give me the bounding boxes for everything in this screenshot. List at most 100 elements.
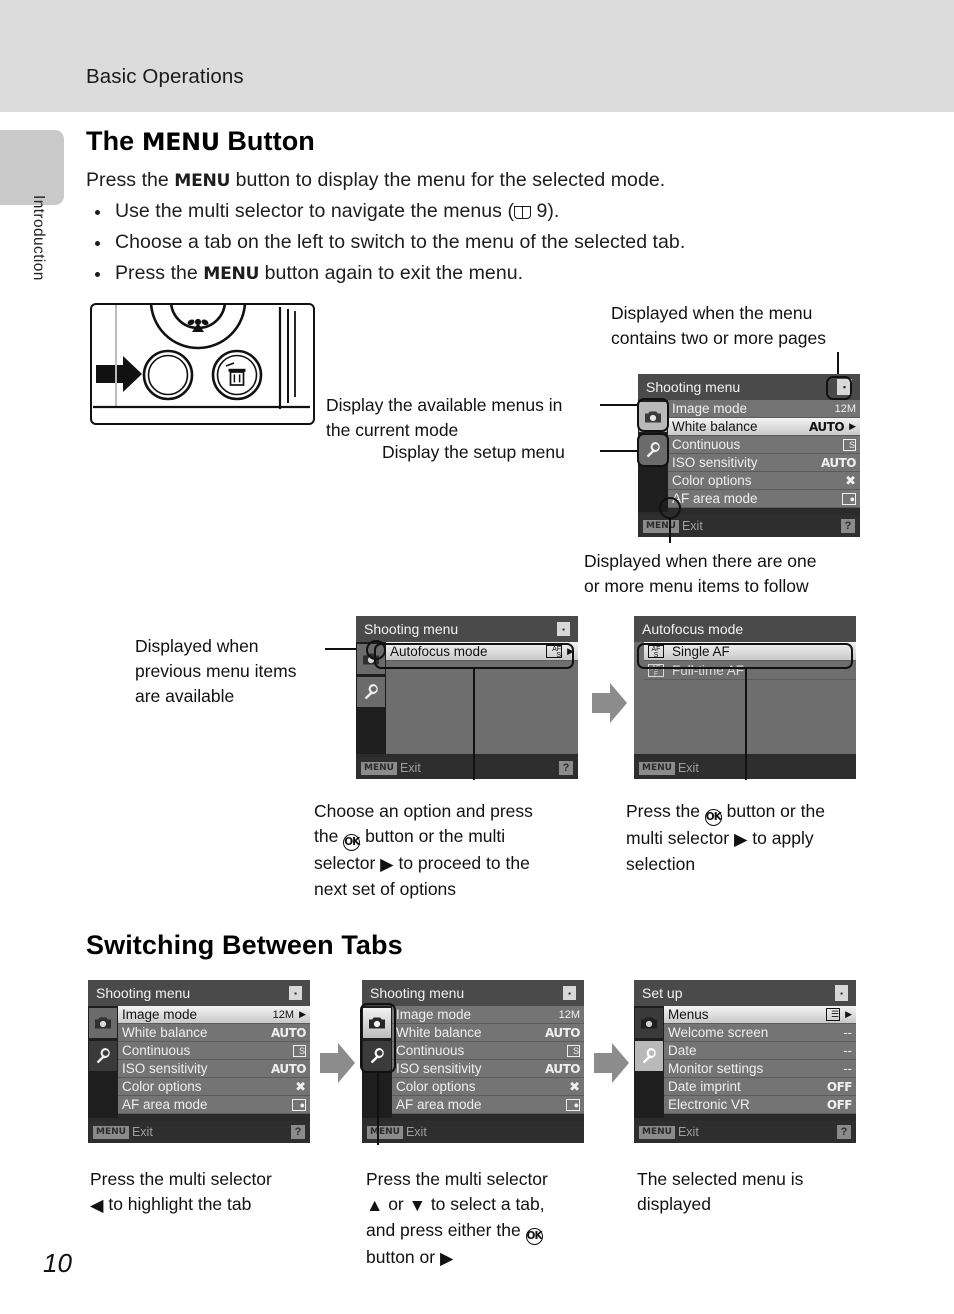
screen-title: Shooting menu — [96, 985, 191, 1001]
sidebar-item-setup-tab[interactable] — [635, 1041, 663, 1071]
menu-row-label: Electronic VR — [668, 1097, 750, 1112]
menu-row-value: -- — [843, 1061, 852, 1076]
bullet-item-3: Press the MENU button again to exit the … — [115, 262, 523, 285]
screen-title: Shooting menu — [364, 621, 459, 637]
callout-prev-line1: Displayed when — [135, 636, 259, 656]
sidebar-item-camera-tab[interactable] — [635, 1008, 663, 1038]
menu-row-label: Monitor settings — [668, 1061, 764, 1076]
bullet-marker — [95, 210, 100, 215]
menu-row-af-area-mode[interactable]: AF area mode ● — [392, 1096, 584, 1114]
caption-line: Press the multi selector — [90, 1169, 272, 1189]
menu-row-iso-sensitivity[interactable]: ISO sensitivity AUTO — [392, 1060, 584, 1078]
sidebar-item-camera-tab[interactable] — [639, 402, 667, 432]
menu-row-color-options[interactable]: Color options ✖ — [668, 472, 860, 490]
flow-arrow-icon — [594, 1042, 630, 1089]
screen-title-bar: Shooting menu ▪ — [356, 616, 578, 642]
sidebar-item-camera-tab[interactable] — [363, 1008, 391, 1038]
image-mode-value-badge: 12M — [834, 402, 856, 415]
menu-row-image-mode[interactable]: Image mode 12M — [392, 1006, 584, 1024]
menu-row-iso-sensitivity[interactable]: ISO sensitivity AUTO — [118, 1060, 310, 1078]
screen-title-bar: Shooting menu ▪ — [362, 980, 584, 1006]
menu-row-image-mode[interactable]: Image mode 12M ▶ — [118, 1006, 310, 1024]
sidebar-item-camera-tab[interactable] — [89, 1008, 117, 1038]
camera-icon — [95, 1017, 111, 1029]
down-arrow-icon: ▼ — [408, 1195, 426, 1215]
menu-row-monitor-settings[interactable]: Monitor settings -- — [664, 1060, 856, 1078]
menu-row-white-balance[interactable]: White balance AUTO ▶ — [668, 418, 860, 436]
menu-row-welcome-screen[interactable]: Welcome screen -- — [664, 1024, 856, 1042]
intro-post: button to display the menu for the selec… — [230, 169, 666, 191]
option-row-fulltime-af[interactable]: AF F Full-time AF — [644, 661, 856, 680]
menu-row-value: AUTO — [544, 1061, 581, 1076]
wrench-icon — [96, 1048, 110, 1064]
option-row-label: Full-time AF — [672, 662, 745, 678]
menu-row-continuous[interactable]: Continuous S — [668, 436, 860, 454]
menu-row-menus[interactable]: Menus ☰ ▶ — [664, 1006, 856, 1024]
caption-line: button or ▶ — [366, 1245, 636, 1271]
leader-line — [377, 1073, 379, 1145]
sidebar-item-setup-tab[interactable] — [357, 677, 385, 707]
callout-prev-items: Displayed when previous menu items are a… — [135, 634, 365, 709]
menu-row-af-area-mode[interactable]: AF area mode ● — [118, 1096, 310, 1114]
menu-badge-icon: MENU — [367, 1125, 403, 1139]
bullet-item-1: Use the multi selector to navigate the m… — [115, 200, 559, 223]
color-off-icon: ✖ — [569, 1078, 580, 1094]
menu-row-value: AUTO — [270, 1025, 307, 1040]
face-af-icon: ● — [842, 492, 856, 505]
screen-tab-column — [638, 400, 668, 512]
menu-row-value: AUTO — [270, 1061, 307, 1076]
menu-row-color-options[interactable]: Color options ✖ — [392, 1078, 584, 1096]
menu-row-color-options[interactable]: Color options ✖ — [118, 1078, 310, 1096]
bullet-3-post: button again to exit the menu. — [259, 262, 524, 284]
menu-badge-icon: MENU — [639, 1125, 675, 1139]
heading-text-pre: The — [86, 126, 142, 156]
menu-row-value: -- — [843, 1043, 852, 1058]
callout-more-line1: Displayed when there are one — [584, 551, 817, 571]
page-down-icon: ▪ — [835, 985, 848, 1001]
menu-row-autofocus-mode[interactable]: Autofocus mode AF S ▶ — [386, 642, 578, 661]
sidebar-item-setup-tab[interactable] — [363, 1041, 391, 1071]
menu-row-image-mode[interactable]: Image mode 12M — [668, 400, 860, 418]
single-shot-icon: S — [293, 1044, 306, 1057]
menu-row-continuous[interactable]: Continuous S — [392, 1042, 584, 1060]
menu-row-label: AF area mode — [122, 1097, 208, 1112]
option-row-single-af[interactable]: AF S Single AF — [644, 642, 856, 661]
screen-tab-column — [634, 1006, 664, 1118]
menu-row-white-balance[interactable]: White balance AUTO — [118, 1024, 310, 1042]
menu-row-white-balance[interactable]: White balance AUTO — [392, 1024, 584, 1042]
menu-row-af-area-mode[interactable]: AF area mode ● — [668, 490, 860, 508]
menu-row-date-imprint[interactable]: Date imprint OFF — [664, 1078, 856, 1096]
caption-line: selection — [626, 854, 696, 874]
caption-line: and press either the OK — [366, 1218, 636, 1245]
screen-tab-column — [634, 642, 644, 754]
menu-badge-icon: MENU — [93, 1125, 129, 1139]
single-shot-icon: S — [567, 1044, 580, 1057]
af-s-icon: AF S — [648, 644, 664, 659]
leader-line — [745, 668, 747, 780]
footer-exit-label: Exit — [677, 761, 699, 775]
sidebar-item-camera-tab[interactable] — [357, 644, 385, 674]
bullet-item-2: Choose a tab on the left to switch to th… — [115, 231, 686, 253]
heading-menu-word: MENU — [141, 128, 220, 156]
menu-row-electronic-vr[interactable]: Electronic VR OFF — [664, 1096, 856, 1114]
callout-more-items: Displayed when there are one or more men… — [584, 549, 904, 599]
page-down-icon: ▪ — [837, 379, 852, 395]
menu-row-value: AUTO — [544, 1025, 581, 1040]
screen-tab-column — [88, 1006, 118, 1118]
callout-available-line1: Display the available menus in — [326, 395, 563, 415]
right-arrow-icon: ▶ — [439, 1248, 454, 1268]
menu-row-label: Welcome screen — [668, 1025, 769, 1040]
screen-title: Set up — [642, 985, 683, 1001]
sidebar-item-setup-tab[interactable] — [89, 1041, 117, 1071]
flow-arrow-icon — [320, 1042, 356, 1089]
menu-row-continuous[interactable]: Continuous S — [118, 1042, 310, 1060]
sidebar-item-setup-tab[interactable] — [639, 435, 667, 465]
menu-row-iso-sensitivity[interactable]: ISO sensitivity AUTO — [668, 454, 860, 472]
menu-row-label: Date imprint — [668, 1079, 741, 1094]
face-af-icon: ● — [566, 1098, 580, 1111]
menu-row-date[interactable]: Date -- — [664, 1042, 856, 1060]
intro-paragraph: Press the MENU button to display the men… — [86, 169, 665, 192]
footer-exit-label: Exit — [681, 519, 703, 533]
screen-title: Autofocus mode — [642, 621, 744, 637]
menu-row-label: White balance — [122, 1025, 208, 1040]
